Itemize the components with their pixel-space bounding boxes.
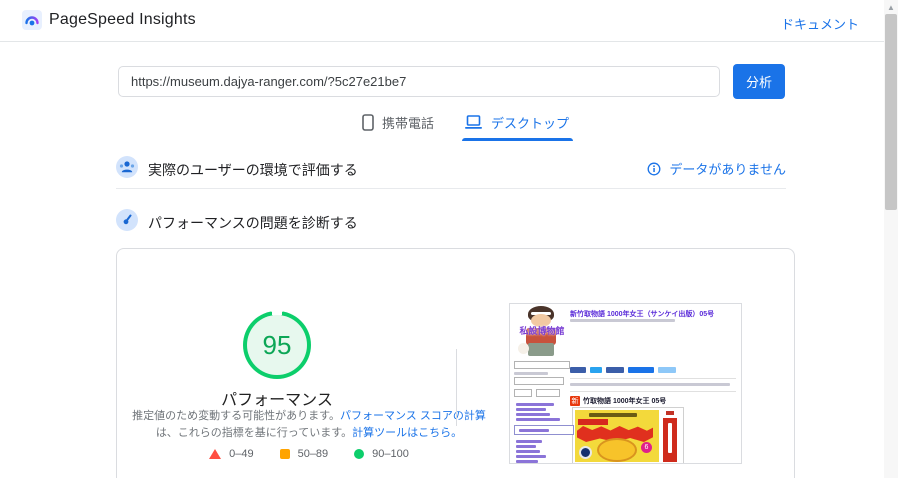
social-button [606,367,624,373]
thumbnail-page-title: 新竹取物語 1000年女王（サンケイ出版）05号 [570,311,715,318]
mobile-phone-icon [362,114,374,131]
calculator-link[interactable]: 計算ツールはこちら。 [352,427,462,439]
disclaimer-prefix: 推定値のため変動する可能性があります。 [132,410,341,422]
performance-score-gauge: 95 [243,311,311,379]
search-box-placeholder [514,377,564,385]
url-input[interactable] [118,66,720,97]
thumbnail-divider [570,378,736,379]
tab-desktop[interactable]: デスクトップ [462,113,574,141]
language-select-placeholder [514,361,570,369]
sidebar-link-placeholder [516,418,560,421]
disclaimer-middle: は、これらの指標を基に行っています。 [155,427,353,439]
performance-report-card: 95 パフォーマンス 推定値のため変動する可能性があります。パフォーマンス スコ… [116,248,795,478]
legend-range-pass: 90–100 [372,448,409,460]
app-title: PageSpeed Insights [49,11,196,28]
score-legend: 0–49 50–89 90–100 [125,448,493,460]
home-link[interactable]: PageSpeed Insights [22,10,196,30]
breadcrumb-placeholder [570,319,675,322]
device-tabs: 携帯電話 デスクトップ [362,113,574,141]
no-data-label: データがありません [669,162,786,177]
thumbnail-article-heading: 新 竹取物語 1000年女王 05号 [570,396,666,406]
scrollbar-thumb[interactable] [885,14,897,210]
social-button [570,367,586,373]
lab-section-title: パフォーマンスの問題を診断する [148,215,358,231]
no-data-link[interactable]: データがありません [647,159,786,178]
comic-cover-image: 6 [572,407,684,463]
sidebar-link-placeholder [516,440,542,443]
pagespeed-insights-page: PageSpeed Insights ドキュメント ▲ 分析 携帯電話 [0,0,910,478]
final-screenshot-thumbnail[interactable]: 私設博物館 新竹取物語 1000年女王（サンケイ出版）05号 新 竹取物語 10… [509,303,742,464]
tags-placeholder [570,383,730,386]
tab-mobile[interactable]: 携帯電話 [362,113,434,141]
red-triangle-icon [209,449,222,459]
green-circle-icon [354,449,365,459]
sidebar-link-placeholder [516,450,540,453]
performance-score-label: パフォーマンス [221,392,333,409]
tab-mobile-label: 携帯電話 [382,116,435,131]
social-button [628,367,654,373]
text-line-placeholder [514,372,548,375]
sidebar-link-placeholder [516,408,546,411]
comic-cover-front: 6 [575,410,659,462]
performance-score-value: 95 [262,329,292,360]
score-calculation-link[interactable]: パフォーマンス スコアの計算 [340,410,486,422]
sidebar-link-placeholder [516,445,536,448]
field-section-title: 実際のユーザーの環境で評価する [148,162,358,178]
scrollbar-up-arrow-icon[interactable]: ▲ [884,2,898,14]
pagespeed-logo-icon [22,10,42,30]
section-divider [116,188,786,189]
sidebar-link-placeholder [516,413,550,416]
app-header: PageSpeed Insights ドキュメント [0,0,886,42]
new-badge: 新 [570,396,580,406]
button-placeholder [536,389,560,397]
orange-square-icon [279,449,290,459]
analyze-button[interactable]: 分析 [733,64,785,99]
thumbnail-site-name: 私設博物館 [519,326,565,336]
legend-range-fail: 0–49 [229,448,254,460]
sidebar-nav-box [514,425,574,435]
legend-item-pass: 90–100 [354,448,409,460]
comic-cover-spine [661,410,679,462]
active-tab-underline [462,138,574,141]
site-logo-image: 私設博物館 [518,306,565,360]
legend-item-fail: 0–49 [209,448,254,460]
social-button [590,367,602,373]
sidebar-link-placeholder [516,403,554,406]
page-scrollbar: ▲ [884,0,898,478]
sidebar-link-placeholder [516,455,546,458]
thumbnail-divider [570,391,736,392]
documentation-link[interactable]: ドキュメント [781,14,859,33]
score-disclaimer: 推定値のため変動する可能性があります。パフォーマンス スコアの計算は、これらの指… [125,408,493,442]
sidebar-link-placeholder [516,460,538,463]
legend-range-average: 50–89 [297,448,329,460]
gauge-inner: 95 [247,315,307,375]
diagnose-gauge-icon [116,209,138,231]
legend-item-average: 50–89 [279,448,329,460]
thumbnail-article-title: 竹取物語 1000年女王 05号 [583,398,667,405]
desktop-icon [464,115,483,130]
button-placeholder [514,389,532,397]
info-icon [647,162,661,176]
card-vertical-divider [456,349,457,426]
social-button [658,367,676,373]
volume-badge: 6 [641,442,652,453]
tab-desktop-label: デスクトップ [491,116,570,131]
field-users-icon [116,156,138,178]
